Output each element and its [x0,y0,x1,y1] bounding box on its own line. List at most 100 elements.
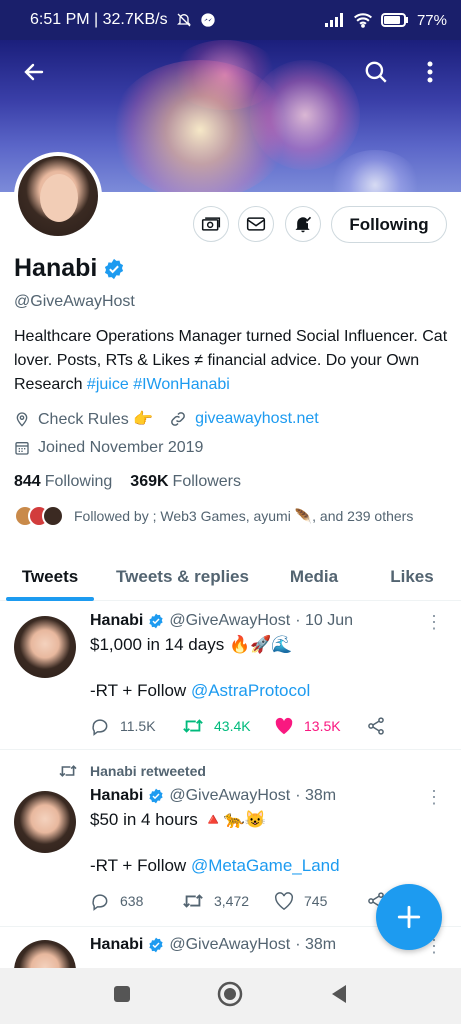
profile-bio: Healthcare Operations Manager turned Soc… [14,325,449,397]
wifi-icon [353,12,373,28]
profile-joined: Joined November 2019 [38,439,204,456]
battery-icon [380,13,409,27]
back-button[interactable] [16,54,52,90]
retweeted-label: Hanabi retweeted [90,763,206,779]
tweet-avatar[interactable] [14,791,76,853]
verified-badge-icon [149,788,163,804]
more-options-button[interactable] [412,54,448,90]
verified-badge-icon [149,937,163,953]
location-icon [16,412,28,427]
like-button[interactable]: 13.5K [274,717,366,735]
tip-button[interactable] [193,206,229,242]
retweet-count: 3,472 [214,893,250,909]
retweet-count: 43.4K [214,718,251,734]
verified-badge-icon [105,258,124,279]
tab-tweets[interactable]: Tweets [0,553,100,601]
reply-button[interactable]: 11.5K [90,716,182,736]
reply-icon [92,719,108,736]
profile-location: Check Rules 👉 [38,411,154,428]
followers-label: Followers [172,473,242,490]
retweet-icon [183,719,203,733]
more-vertical-icon [427,61,433,83]
tweet[interactable]: ⋮ Hanabi @GiveAwayHost · 10 Jun $1,000 i… [0,602,461,750]
tab-likes[interactable]: Likes [363,553,461,600]
following-count-link[interactable]: 844 Following [14,473,112,491]
reply-button[interactable]: 638 [90,891,182,911]
tab-media[interactable]: Media [265,553,363,600]
tweet-text-line: $50 in 4 hours 🔺🐆😺 [90,810,266,829]
tweet-mention-link[interactable]: @MetaGame_Land [191,856,340,875]
envelope-icon [246,217,266,231]
message-button[interactable] [238,206,274,242]
system-nav-bar [0,968,461,1024]
following-button[interactable]: Following [331,206,447,243]
circle-home-icon [218,981,243,1006]
bio-hashtag-juice[interactable]: #juice [87,376,129,393]
back-nav-button[interactable] [330,984,348,1009]
tab-label: Tweets & replies [116,566,249,586]
follower-avatar [42,505,64,527]
status-time: 6:51 PM | 32.7KB/s [30,11,168,28]
calendar-icon [15,442,29,455]
tweet-time: · 38m [295,936,337,953]
square-icon [114,985,131,1002]
retweet-button[interactable]: 3,472 [182,891,274,911]
tweet-text-prefix: -RT + Follow [90,681,191,700]
reply-count: 11.5K [120,718,156,734]
tweet-avatar[interactable] [14,940,76,968]
reply-icon [92,894,108,911]
tweet-author-handle: @GiveAwayHost [169,787,291,804]
back-arrow-icon [24,63,44,81]
tweet-mention-link[interactable]: @AstraProtocol [191,681,310,700]
share-icon [368,717,384,735]
home-button[interactable] [217,981,243,1012]
tab-label: Media [289,566,339,586]
compose-tweet-button[interactable] [376,884,442,950]
profile-info: Hanabi @GiveAwayHost Healthcare Operatio… [14,254,449,527]
tweet-author-name: Hanabi [90,936,144,953]
status-bar: 6:51 PM | 32.7KB/s 77% [0,0,461,40]
heart-filled-icon [275,717,293,735]
like-count: 13.5K [304,718,341,734]
tweet-author-name: Hanabi [90,787,144,804]
retweet-icon [183,894,203,908]
followed-by-text: Followed by ; Web3 Games, ayumi 🪶, and 2… [74,507,414,524]
followed-by-row[interactable]: Followed by ; Web3 Games, ayumi 🪶, and 2… [14,505,449,527]
messenger-icon [200,12,216,28]
tweet-time: · 10 Jun [295,612,354,629]
profile-website-link[interactable]: giveawayhost.net [195,410,319,428]
verified-badge-icon [149,613,163,629]
followers-count-link[interactable]: 369K Followers [130,473,241,491]
like-count: 745 [304,893,328,909]
battery-percent: 77% [416,11,447,29]
search-button[interactable] [358,54,394,90]
retweet-icon [59,765,77,777]
retweet-button[interactable]: 43.4K [182,716,274,736]
bio-hashtag-iwonhanabi[interactable]: #IWonHanabi [133,376,230,393]
profile-handle: @GiveAwayHost [14,293,135,310]
tweet-avatar[interactable] [14,616,76,678]
tweet-text-line: $1,000 in 14 days 🔥🚀🌊 [90,635,293,654]
bio-text: Healthcare Operations Manager turned Soc… [14,328,448,393]
tweet-author-handle: @GiveAwayHost [169,936,291,953]
followers-count: 369K [130,473,169,490]
following-label: Following [44,473,113,490]
share-button[interactable] [366,716,396,736]
tweet-author-name: Hanabi [90,612,144,629]
profile-avatar[interactable] [14,152,102,240]
tab-label: Tweets [21,566,79,586]
profile-tabs: Tweets Tweets & replies Media Likes [0,553,461,601]
search-icon [365,61,387,83]
bell-check-icon [295,216,312,233]
triangle-back-icon [331,984,346,1003]
like-button[interactable]: 745 [274,892,366,910]
tab-label: Likes [390,566,434,586]
recents-button[interactable] [113,985,131,1008]
tab-tweets-replies[interactable]: Tweets & replies [100,553,265,600]
link-icon [171,412,185,426]
money-icon [201,217,221,231]
plus-icon [397,905,421,929]
signal-icon [324,13,345,27]
tweet-time: · 38m [295,787,337,804]
notifications-button[interactable] [285,206,321,242]
